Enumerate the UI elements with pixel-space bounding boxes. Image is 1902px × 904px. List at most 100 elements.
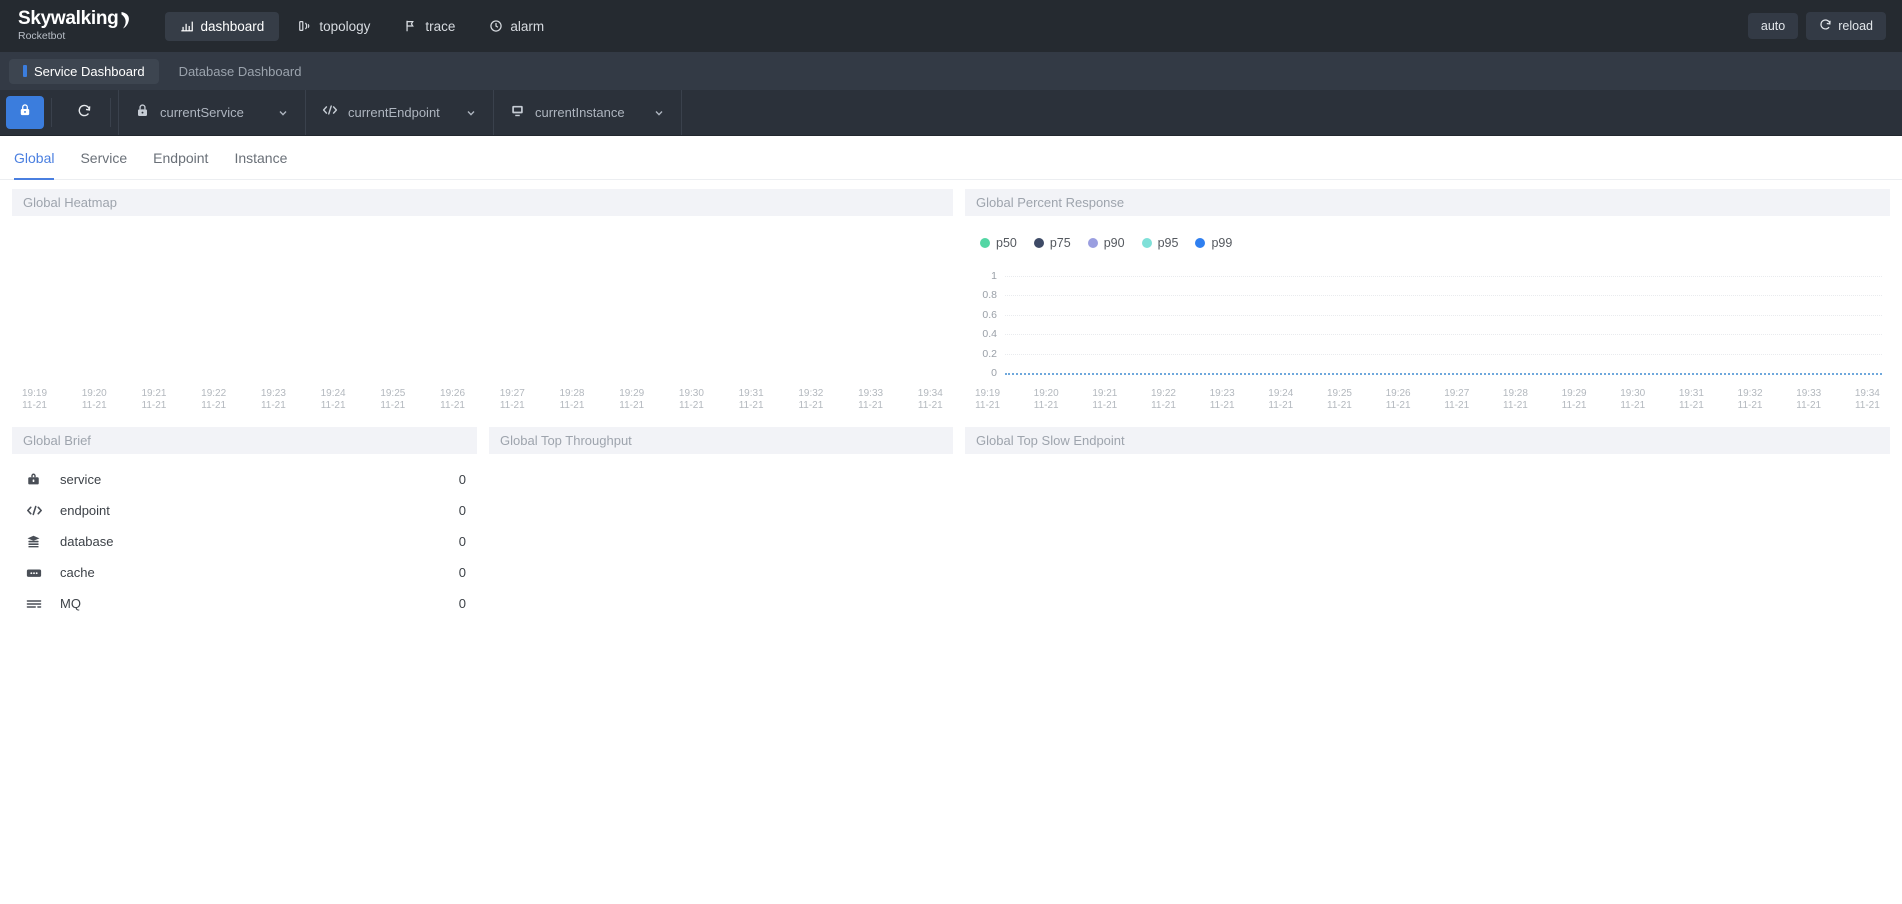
global-percent-response-body[interactable]: p50 p75 p90 p95 p99 1 0.8 0.6 0.4 0.2 0 19:19 11-2… — [965, 216, 1890, 418]
x-axis-tick: 19:23 11-21 — [261, 388, 286, 418]
legend-color-dot — [1033, 238, 1044, 248]
x-tick-time: 19:33 — [858, 388, 884, 399]
x-axis-tick: 19:28 11-21 — [1503, 388, 1528, 418]
tab-instance[interactable]: Instance — [234, 136, 287, 180]
x-tick-date: 11-21 — [1327, 400, 1352, 411]
x-tick-time: 19:22 — [201, 388, 227, 399]
active-marker-icon — [23, 65, 27, 77]
legend-item-p75[interactable]: p75 — [1033, 236, 1071, 250]
x-axis-tick: 19:24 11-21 — [1268, 388, 1293, 418]
x-axis-tick: 19:29 11-21 — [1562, 388, 1587, 418]
y-axis-tick: 0 — [991, 367, 997, 379]
brief-row-label: endpoint — [60, 503, 110, 518]
global-top-slow-endpoint-body — [965, 454, 1890, 604]
global-brief-title: Global Brief — [23, 433, 91, 448]
x-tick-time: 19:30 — [1620, 388, 1646, 399]
global-brief-header: Global Brief — [12, 427, 477, 454]
global-top-slow-endpoint-panel: Global Top Slow Endpoint — [965, 427, 1890, 619]
legend-item-p90[interactable]: p90 — [1087, 236, 1125, 250]
global-heatmap-header: Global Heatmap — [12, 189, 953, 216]
global-top-throughput-body — [489, 454, 953, 604]
current-service-label: currentService — [160, 105, 244, 120]
brief-row[interactable]: database 0 — [12, 526, 477, 557]
tab-global[interactable]: Global — [14, 136, 55, 180]
x-tick-date: 11-21 — [559, 400, 585, 411]
legend-label: p90 — [1103, 236, 1125, 250]
nav-item-dashboard[interactable]: dashboard — [164, 11, 280, 41]
brand-subtitle: Rocketbot — [18, 30, 66, 42]
x-tick-time: 19:26 — [440, 388, 466, 399]
brief-row-value: 0 — [458, 565, 466, 580]
clock-alert-icon — [489, 19, 503, 33]
lock-icon — [135, 103, 150, 123]
x-tick-time: 19:23 — [260, 388, 286, 399]
x-tick-time: 19:30 — [678, 388, 704, 399]
current-service-selector[interactable]: currentService — [118, 90, 306, 135]
x-tick-time: 19:31 — [738, 388, 764, 399]
heatmap-plot-area[interactable]: 19:19 11-21 19:20 11-21 19:21 11-21 19:22 11-21… — [12, 252, 953, 418]
service-dashboard-button[interactable]: Service Dashboard — [9, 58, 159, 84]
legend-label: p95 — [1157, 236, 1179, 250]
legend-label: p99 — [1211, 236, 1233, 250]
brief-row[interactable]: MQ 0 — [12, 588, 477, 619]
legend-item-p95[interactable]: p95 — [1141, 236, 1179, 250]
x-axis-tick: 19:22 11-21 — [1151, 388, 1176, 418]
x-axis-tick: 19:34 11-21 — [918, 388, 943, 418]
legend-item-p99[interactable]: p99 — [1195, 236, 1232, 250]
rocket-swoosh-icon — [120, 11, 131, 29]
database-dashboard-button[interactable]: Database Dashboard — [165, 59, 316, 84]
current-endpoint-selector[interactable]: currentEndpoint — [306, 90, 494, 135]
x-axis-tick: 19:19 11-21 — [22, 388, 47, 418]
global-heatmap-body[interactable]: 19:19 11-21 19:20 11-21 19:21 11-21 19:22 11-21… — [12, 216, 953, 418]
gridline — [1005, 276, 1882, 277]
x-tick-date: 11-21 — [1033, 400, 1059, 411]
chevron-down-icon — [465, 107, 477, 119]
lock-toggle-button[interactable] — [6, 96, 44, 129]
nav-label-alarm: alarm — [510, 18, 545, 34]
global-top-throughput-header: Global Top Throughput — [489, 427, 953, 454]
brief-row[interactable]: cache 0 — [12, 557, 477, 588]
brief-row-label: cache — [60, 565, 95, 580]
x-tick-date: 11-21 — [1385, 400, 1411, 411]
current-endpoint-label: currentEndpoint — [348, 105, 440, 120]
x-tick-date: 11-21 — [1503, 400, 1528, 411]
tab-endpoint[interactable]: Endpoint — [153, 136, 208, 180]
content-row-charts: Global Heatmap 19:19 11-21 19:20 11-21 19:21… — [12, 189, 1890, 418]
y-axis-tick: 0.6 — [982, 308, 997, 321]
x-axis-tick: 19:26 11-21 — [440, 388, 465, 418]
x-tick-time: 19:26 — [1385, 388, 1411, 399]
tab-service[interactable]: Service — [80, 136, 127, 180]
x-axis-tick: 19:21 11-21 — [141, 388, 166, 418]
x-axis-tick: 19:19 11-21 — [975, 388, 1000, 418]
legend-item-p50[interactable]: p50 — [980, 236, 1017, 250]
global-top-slow-endpoint-header: Global Top Slow Endpoint — [965, 427, 1890, 454]
brief-row[interactable]: service 0 — [12, 464, 477, 495]
x-tick-time: 19:31 — [1678, 388, 1704, 399]
gridline — [1005, 353, 1882, 355]
flag-icon — [404, 19, 418, 33]
app-logo[interactable]: Skywalking Rocketbot — [18, 9, 131, 43]
auto-refresh-button[interactable]: auto — [1747, 13, 1799, 39]
x-axis-tick: 19:31 11-21 — [1679, 388, 1704, 418]
x-tick-time: 19:25 — [380, 388, 406, 399]
global-percent-response-header: Global Percent Response — [965, 189, 1890, 216]
global-top-throughput-panel: Global Top Throughput — [489, 427, 953, 619]
brief-row-value: 0 — [458, 596, 466, 611]
reload-button[interactable]: reload — [1806, 12, 1886, 40]
percent-plot-area[interactable]: 1 0.8 0.6 0.4 0.2 0 19:19 11-21 19:20 11-21 19:21… — [965, 268, 1890, 418]
nav-item-alarm[interactable]: alarm — [474, 12, 559, 41]
x-axis-tick: 19:25 11-21 — [380, 388, 405, 418]
nav-item-topology[interactable]: topology — [283, 12, 385, 41]
x-axis-tick: 19:28 11-21 — [559, 388, 584, 418]
x-tick-date: 11-21 — [1092, 400, 1118, 411]
nav-item-trace[interactable]: trace — [389, 12, 470, 41]
current-instance-selector[interactable]: currentInstance — [494, 90, 682, 135]
service-icon — [26, 472, 48, 487]
x-tick-date: 11-21 — [1854, 400, 1880, 411]
dashboard-type-bar: Service Dashboard Database Dashboard — [0, 52, 1902, 90]
x-axis-tick: 19:24 11-21 — [321, 388, 346, 418]
selector-refresh-button[interactable] — [65, 96, 103, 129]
brief-row[interactable]: endpoint 0 — [12, 495, 477, 526]
y-axis-tick: 0.2 — [982, 347, 997, 360]
x-tick-date: 11-21 — [1737, 400, 1763, 411]
